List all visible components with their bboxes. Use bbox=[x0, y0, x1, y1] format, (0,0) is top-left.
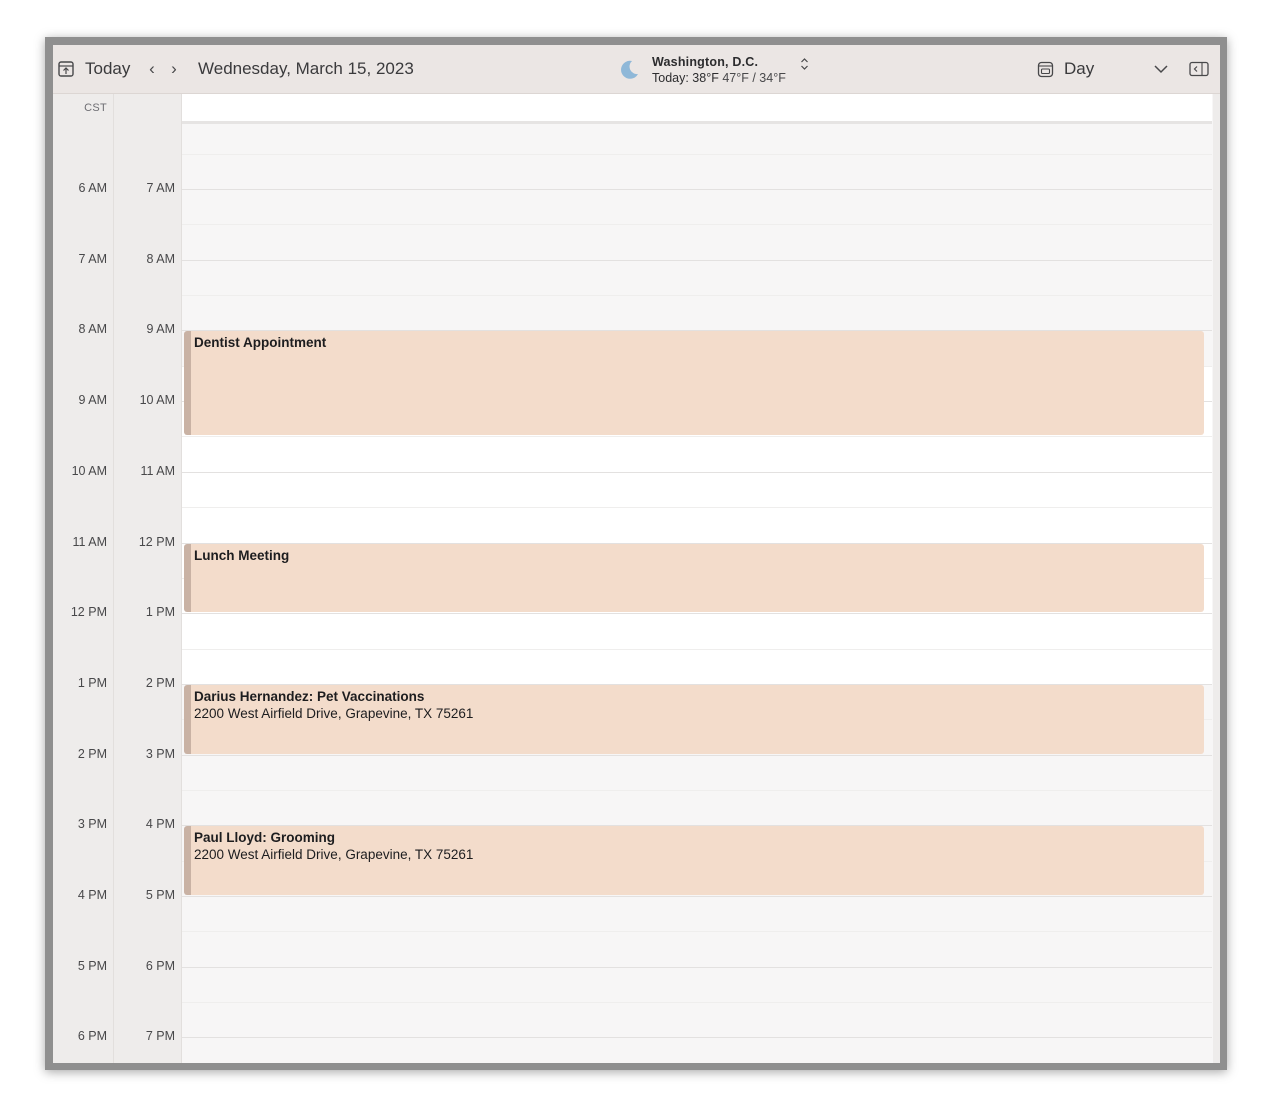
day-view-icon bbox=[1037, 61, 1054, 77]
calendar-event[interactable]: Lunch Meeting bbox=[184, 543, 1204, 613]
hour-line bbox=[182, 966, 1212, 968]
moon-icon bbox=[621, 60, 638, 79]
today-label: Today bbox=[85, 59, 131, 78]
half-hour-line bbox=[182, 224, 1212, 226]
day-grid[interactable]: Dentist Appointment Lunch Meeting Darius H… bbox=[182, 94, 1212, 1063]
calendar-day-view: Today ‹ › Wednesday, March 15, 2023 Wash… bbox=[53, 45, 1220, 1063]
toolbar: Today ‹ › Wednesday, March 15, 2023 Wash… bbox=[53, 45, 1220, 94]
secondary-hour-label: 10 AM bbox=[71, 463, 107, 478]
local-timezone-column: 7 AM 8 AM 9 AM 10 AM 11 AM 12 PM 1 PM 2 PM 3 PM 4… bbox=[114, 94, 182, 1063]
event-title: Paul Lloyd: Grooming bbox=[194, 830, 335, 846]
weather-high-low: 47°F / 34°F bbox=[722, 71, 786, 85]
current-date-title: Wednesday, March 15, 2023 bbox=[198, 59, 414, 78]
secondary-hour-label: 4 PM bbox=[77, 888, 107, 902]
secondary-hour-label: 9 AM bbox=[78, 393, 108, 408]
half-hour-line bbox=[182, 789, 1212, 791]
hour-line bbox=[182, 896, 1212, 897]
event-location: 2200 West Airfield Drive, Grapevine, TX … bbox=[194, 705, 474, 721]
local-hour-label: 8 AM bbox=[146, 251, 176, 266]
today-button[interactable]: Today bbox=[57, 55, 130, 83]
local-hour-label: 12 PM bbox=[138, 534, 175, 549]
hour-line bbox=[182, 259, 1212, 261]
local-hour-label: 6 PM bbox=[145, 958, 175, 973]
date-navigation: ‹ › bbox=[147, 55, 179, 83]
local-hour-label: 1 PM bbox=[145, 605, 175, 620]
event-title: Dentist Appointment bbox=[194, 335, 327, 351]
secondary-hour-label: 11 AM bbox=[72, 534, 107, 549]
previous-day-chevron-icon[interactable]: ‹ bbox=[147, 59, 157, 79]
secondary-hour-label: 7 AM bbox=[78, 251, 108, 266]
weather-widget[interactable]: Washington, D.C. Today: 38°F 47°F / 34°F bbox=[618, 50, 809, 90]
weather-current-temp: Today: 38°F bbox=[652, 71, 719, 85]
secondary-hour-label: 2 PM bbox=[77, 746, 107, 761]
secondary-hour-label: 12 PM bbox=[70, 605, 107, 620]
view-chevron-down-icon[interactable] bbox=[1153, 55, 1169, 83]
hour-line bbox=[182, 754, 1212, 756]
half-hour-line bbox=[182, 648, 1212, 650]
local-hour-label: 9 AM bbox=[146, 322, 176, 337]
calendar-window: Today ‹ › Wednesday, March 15, 2023 Wash… bbox=[45, 37, 1227, 1070]
calendar-event[interactable]: Darius Hernandez: Pet Vaccinations 2200 W… bbox=[184, 684, 1204, 754]
secondary-hour-label: 6 AM bbox=[78, 181, 108, 195]
event-title: Lunch Meeting bbox=[194, 547, 290, 563]
half-hour-line bbox=[182, 1002, 1212, 1004]
weather-text: Washington, D.C. Today: 38°F 47°F / 34°F bbox=[652, 54, 786, 86]
secondary-hour-label: 1 PM bbox=[77, 675, 107, 690]
event-location: 2200 West Airfield Drive, Grapevine, TX … bbox=[194, 847, 474, 863]
view-mode-button[interactable]: Day bbox=[1037, 55, 1094, 83]
sidebar-toggle-icon[interactable] bbox=[1189, 55, 1209, 83]
half-hour-line bbox=[182, 931, 1212, 933]
local-hour-label: 4 PM bbox=[145, 817, 175, 832]
hour-line bbox=[182, 471, 1212, 473]
weather-today: Today: 38°F 47°F / 34°F bbox=[652, 70, 786, 86]
weather-city: Washington, D.C. bbox=[652, 55, 759, 69]
calendar-event[interactable]: Paul Lloyd: Grooming 2200 West Airfield D… bbox=[184, 826, 1204, 895]
local-hour-label: 2 PM bbox=[145, 675, 175, 690]
local-hour-label: 10 AM bbox=[139, 393, 175, 408]
next-day-chevron-icon[interactable]: › bbox=[169, 59, 179, 79]
local-hour-label: 7 AM bbox=[146, 181, 176, 195]
local-hour-label: 11 AM bbox=[140, 463, 175, 478]
event-title: Darius Hernandez: Pet Vaccinations bbox=[194, 688, 425, 704]
half-hour-line bbox=[182, 153, 1212, 155]
secondary-timezone-column: CST 6 AM 7 AM 8 AM 9 AM 10 AM 11 AM 12 PM 1 PM 2… bbox=[53, 94, 114, 1063]
secondary-hour-label: 5 PM bbox=[77, 958, 107, 973]
local-hour-label: 5 PM bbox=[145, 888, 175, 902]
hour-line bbox=[182, 189, 1212, 190]
half-hour-line bbox=[182, 295, 1212, 297]
hour-line bbox=[182, 1037, 1212, 1039]
location-stepper-icon[interactable] bbox=[800, 57, 809, 74]
half-hour-line bbox=[182, 436, 1212, 438]
secondary-timezone-label: CST bbox=[84, 102, 107, 114]
local-hour-label: 3 PM bbox=[145, 746, 175, 761]
all-day-area[interactable] bbox=[182, 94, 1212, 124]
today-calendar-icon bbox=[58, 61, 74, 77]
calendar-event[interactable]: Dentist Appointment bbox=[184, 331, 1204, 436]
scroll-edge bbox=[1213, 94, 1220, 1063]
local-hour-label: 7 PM bbox=[145, 1029, 175, 1044]
half-hour-line bbox=[182, 507, 1212, 509]
view-mode-label: Day bbox=[1064, 59, 1095, 78]
hour-line bbox=[182, 613, 1212, 615]
secondary-hour-label: 3 PM bbox=[77, 817, 107, 832]
secondary-hour-label: 8 AM bbox=[78, 322, 108, 337]
secondary-hour-label: 6 PM bbox=[77, 1029, 107, 1044]
